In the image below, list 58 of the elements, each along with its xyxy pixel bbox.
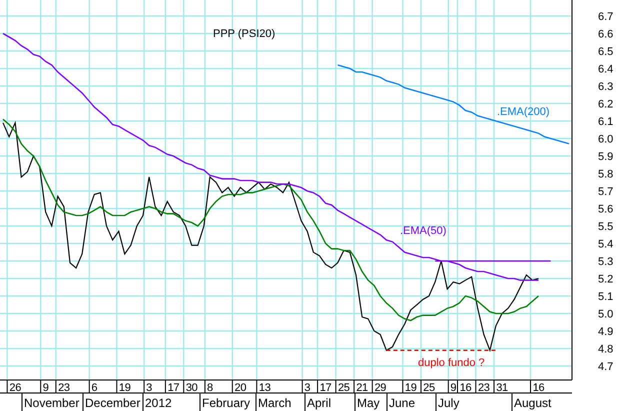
date-label: 20 [234, 382, 246, 394]
month-label: May [357, 396, 380, 410]
annotation-label: duplo fundo ? [418, 357, 485, 369]
date-label: 21 [356, 382, 368, 394]
y-axis-label: 5.8 [598, 168, 614, 180]
month-label: April [307, 396, 332, 410]
y-axis-label: 4.9 [598, 326, 614, 338]
date-label: 6 [91, 382, 98, 394]
y-axis-label: 6.7 [598, 11, 614, 23]
y-axis-label: 5.3 [598, 256, 614, 268]
date-label: 23 [58, 382, 70, 394]
date-label: 17 [168, 382, 180, 394]
date-label: 17 [320, 382, 332, 394]
date-label: 16 [460, 382, 472, 394]
date-label: 9 [450, 382, 456, 394]
month-label: February [202, 396, 250, 410]
date-label: 9 [42, 382, 49, 394]
date-label: 25 [338, 382, 350, 394]
date-label: 19 [404, 382, 417, 394]
series-label: .EMA(50) [400, 225, 446, 237]
date-label: 16 [532, 382, 544, 394]
date-label: 29 [374, 382, 386, 394]
y-axis-label: 5.9 [598, 151, 614, 163]
date-label: 3 [304, 382, 310, 394]
y-axis-label: 6.1 [598, 116, 614, 128]
y-axis-label: 4.8 [598, 344, 614, 356]
y-axis-label: 6.5 [598, 46, 614, 58]
month-label: November [24, 396, 80, 410]
y-axis-label: 6.6 [598, 28, 614, 40]
date-label: 8 [207, 382, 213, 394]
y-axis-label: 5.5 [598, 221, 614, 233]
y-axis-label: 5.2 [598, 274, 614, 286]
y-axis-label: 6.2 [598, 98, 614, 110]
month-label: June [389, 396, 416, 410]
month-label: July [438, 396, 460, 410]
series-label: .EMA(200) [497, 106, 550, 118]
chart-title: PPP (PSI20) [213, 28, 276, 40]
month-label: August [514, 396, 552, 410]
y-axis-label: 5.0 [598, 308, 614, 320]
y-axis-label: 6.4 [598, 64, 614, 76]
date-label: 31 [496, 382, 508, 394]
y-axis-label: 5.7 [598, 186, 614, 198]
date-label: 13 [258, 382, 271, 394]
y-axis-label: 4.7 [598, 361, 614, 373]
month-label: 2012 [145, 396, 172, 410]
date-label: 30 [186, 382, 198, 394]
date-label: 23 [478, 382, 490, 394]
y-axis-label: 6.3 [598, 81, 614, 93]
y-axis-label: 5.4 [598, 238, 614, 250]
date-label: 19 [118, 382, 131, 394]
month-label: March [258, 396, 292, 410]
month-label: December [85, 396, 140, 410]
y-axis-label: 5.1 [598, 291, 614, 303]
date-label: 3 [146, 382, 152, 394]
date-label: 26 [9, 382, 22, 394]
date-label: 25 [423, 382, 435, 394]
y-axis-label: 6.0 [598, 134, 614, 146]
y-axis-label: 5.6 [598, 204, 614, 216]
